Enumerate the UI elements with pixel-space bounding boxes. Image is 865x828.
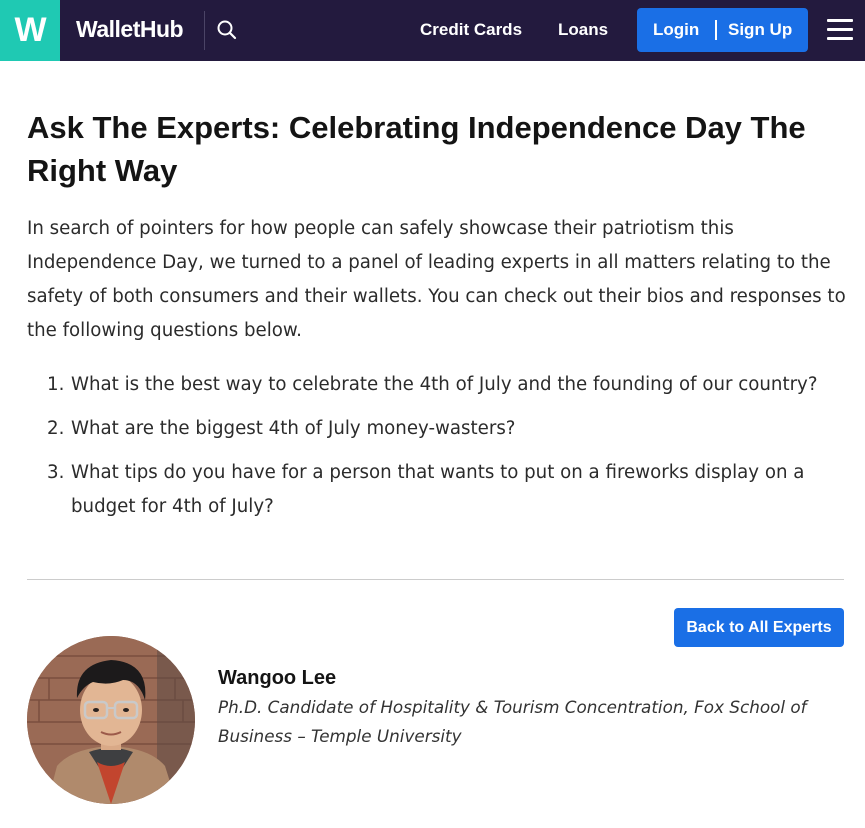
question-list: 1. What is the best way to celebrate the… xyxy=(27,368,847,534)
question-text: What tips do you have for a person that … xyxy=(71,462,805,517)
wallethub-logo-icon[interactable]: W xyxy=(0,0,60,61)
article-intro: In search of pointers for how people can… xyxy=(27,218,846,341)
auth-separator xyxy=(715,20,717,40)
list-item: 2. What are the biggest 4th of July mone… xyxy=(27,412,847,446)
expert-title: Ph.D. Candidate of Hospitality & Tourism… xyxy=(218,697,807,746)
expert-name: Wangoo Lee xyxy=(218,667,337,689)
login-button[interactable]: Login xyxy=(653,20,699,40)
hamburger-menu-icon[interactable] xyxy=(827,19,853,41)
back-to-all-experts-button[interactable]: Back to All Experts xyxy=(674,608,844,647)
brand-name[interactable]: WalletHub xyxy=(76,16,184,43)
nav-loans[interactable]: Loans xyxy=(558,20,608,40)
page-title: Ask The Experts: Celebrating Independenc… xyxy=(27,110,806,188)
top-nav-bar: W WalletHub Credit Cards Loans Login Sig… xyxy=(0,0,865,61)
question-number: 1. xyxy=(47,374,65,395)
login-signup-button: Login Sign Up xyxy=(637,8,808,52)
question-text: What are the biggest 4th of July money-w… xyxy=(71,418,516,439)
nav-credit-cards[interactable]: Credit Cards xyxy=(420,20,522,40)
question-text: What is the best way to celebrate the 4t… xyxy=(71,374,818,395)
logo-letter: W xyxy=(14,11,46,49)
expert-portrait-icon xyxy=(27,636,195,804)
question-number: 3. xyxy=(47,462,65,483)
question-number: 2. xyxy=(47,418,65,439)
header-divider xyxy=(204,11,205,50)
signup-button[interactable]: Sign Up xyxy=(728,20,792,40)
section-divider xyxy=(27,579,844,580)
avatar xyxy=(27,636,195,804)
list-item: 1. What is the best way to celebrate the… xyxy=(27,368,847,402)
search-icon[interactable] xyxy=(216,19,238,41)
list-item: 3. What tips do you have for a person th… xyxy=(27,456,847,524)
